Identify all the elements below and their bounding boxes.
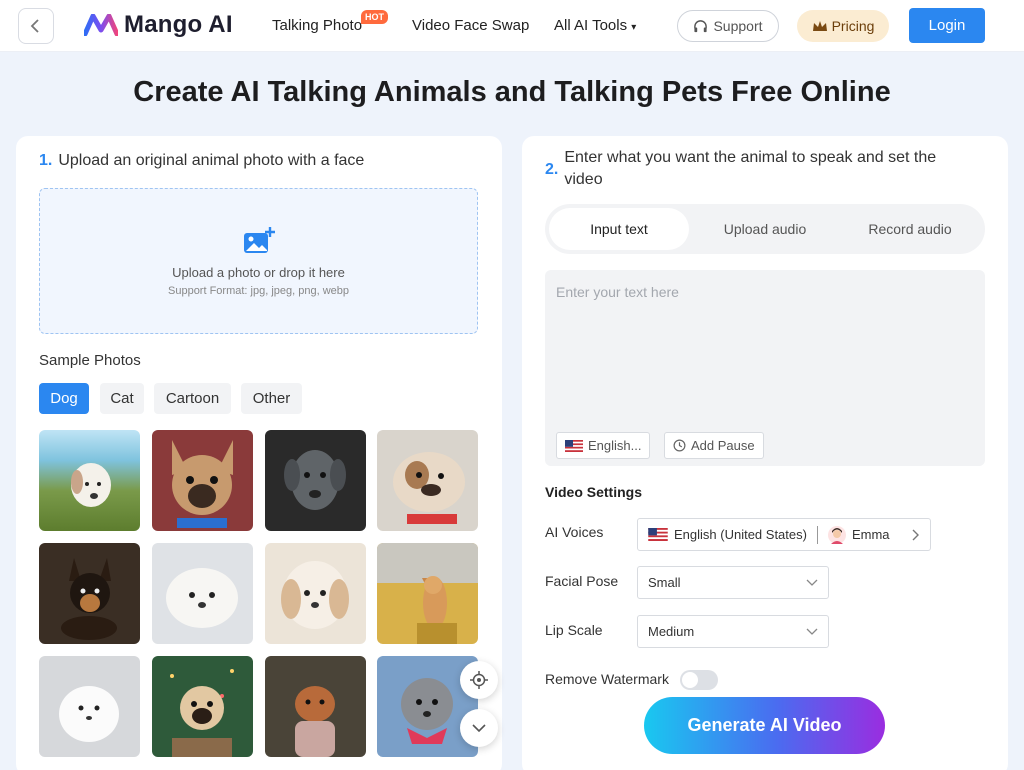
logo[interactable]: Mango AI [84, 11, 233, 39]
chevron-down-icon [806, 628, 818, 635]
dog-photo-image [377, 543, 478, 644]
lip-scale-value: Medium [648, 624, 695, 639]
step-2-text: Enter what you want the animal to speak … [564, 149, 937, 188]
chevron-left-icon [30, 19, 39, 33]
nav-all-ai-tools[interactable]: All AI Tools ▾ [554, 17, 636, 34]
clock-icon [673, 439, 686, 452]
video-settings-title: Video Settings [545, 484, 642, 500]
input-mode-tabs: Input text Upload audio Record audio [545, 204, 985, 254]
language-chip-label: English... [588, 438, 642, 453]
nav-talking-photo[interactable]: Talking Photo [272, 17, 362, 34]
nav-all-ai-tools-label: All AI Tools [554, 17, 628, 34]
sample-photo[interactable] [152, 430, 253, 531]
crown-icon [812, 20, 827, 31]
back-button[interactable] [18, 8, 54, 44]
dog-photo-image [393, 452, 465, 524]
us-flag-icon [648, 528, 668, 541]
step-2-title: 2. Enter what you want the animal to spe… [545, 147, 975, 191]
sample-photo[interactable] [377, 543, 478, 644]
sample-photo[interactable] [377, 430, 478, 531]
sample-photo[interactable] [39, 656, 140, 757]
add-pause-label: Add Pause [691, 438, 755, 453]
scroll-down-button[interactable] [460, 709, 498, 747]
upload-instructions: Upload a photo or drop it here [172, 265, 345, 280]
pricing-label: Pricing [831, 18, 875, 34]
chevron-right-icon [912, 529, 919, 540]
ai-voice-selector[interactable]: English (United States) Emma [637, 518, 931, 551]
photo-upload-dropzone[interactable]: Upload a photo or drop it here Support F… [39, 188, 478, 334]
language-chip[interactable]: English... [556, 432, 651, 459]
facial-pose-select[interactable]: Small [637, 566, 829, 599]
support-label: Support [713, 18, 763, 34]
lip-scale-label: Lip Scale [545, 622, 603, 638]
upload-panel: 1. Upload an original animal photo with a… [16, 136, 502, 770]
sample-photo[interactable] [265, 543, 366, 644]
logo-text: Mango AI [124, 11, 233, 38]
sample-photo[interactable] [39, 430, 140, 531]
sample-photo[interactable] [265, 656, 366, 757]
text-placeholder: Enter your text here [556, 284, 679, 300]
category-tab-other[interactable]: Other [241, 383, 302, 414]
chevron-down-icon [472, 724, 486, 733]
add-pause-button[interactable]: Add Pause [664, 432, 764, 459]
upload-format-hint: Support Format: jpg, jpeg, png, webp [168, 285, 349, 297]
speech-settings-panel: 2. Enter what you want the animal to spe… [522, 136, 1008, 770]
speech-text-input[interactable]: Enter your text here English... Add Paus… [545, 270, 985, 466]
dog-photo-image [281, 561, 349, 629]
pricing-button[interactable]: Pricing [797, 10, 889, 42]
sample-photo[interactable] [39, 543, 140, 644]
lip-scale-select[interactable]: Medium [637, 615, 829, 648]
locate-button[interactable] [460, 661, 498, 699]
crosshair-icon [470, 671, 488, 689]
dog-photo-image [170, 669, 234, 757]
tab-upload-audio[interactable]: Upload audio [695, 208, 835, 250]
facial-pose-label: Facial Pose [545, 573, 619, 589]
page-title: Create AI Talking Animals and Talking Pe… [133, 76, 891, 108]
nav-video-face-swap[interactable]: Video Face Swap [412, 17, 529, 34]
sample-photo[interactable] [265, 430, 366, 531]
step-1-text: Upload an original animal photo with a f… [58, 152, 365, 169]
remove-watermark-toggle[interactable] [680, 670, 718, 690]
voice-language: English (United States) [674, 527, 807, 542]
mango-logo-icon [84, 14, 118, 36]
generate-video-button[interactable]: Generate AI Video [644, 697, 885, 754]
dog-photo-image [166, 568, 238, 628]
sample-photo[interactable] [152, 656, 253, 757]
category-tab-dog[interactable]: Dog [39, 383, 89, 414]
login-button[interactable]: Login [909, 8, 985, 43]
remove-watermark-label: Remove Watermark [545, 671, 669, 687]
top-nav-bar: Mango AI Talking Photo HOT Video Face Sw… [0, 0, 1024, 52]
facial-pose-value: Small [648, 575, 681, 590]
sample-photos-label: Sample Photos [39, 352, 141, 369]
category-tab-cartoon[interactable]: Cartoon [154, 383, 231, 414]
us-flag-icon [565, 439, 583, 452]
category-tab-cat[interactable]: Cat [100, 383, 144, 414]
voice-name: Emma [851, 527, 890, 542]
dog-photo-image [61, 558, 117, 640]
add-image-icon [244, 227, 275, 253]
tab-input-text[interactable]: Input text [549, 208, 689, 250]
avatar [827, 525, 846, 544]
dog-photo-image [71, 463, 111, 507]
step-1-number: 1. [39, 152, 53, 169]
toggle-knob [682, 672, 698, 688]
step-1-title: 1. Upload an original animal photo with a… [39, 150, 364, 172]
divider [816, 525, 818, 544]
hot-badge: HOT [361, 10, 388, 24]
ai-voices-label: AI Voices [545, 524, 604, 540]
tab-record-audio[interactable]: Record audio [840, 208, 980, 250]
dog-photo-image [172, 440, 233, 528]
step-2-number: 2. [545, 161, 559, 178]
dog-photo-image [59, 686, 119, 742]
sample-photo[interactable] [152, 543, 253, 644]
caret-down-icon: ▾ [631, 22, 637, 33]
support-button[interactable]: Support [677, 10, 779, 42]
chevron-down-icon [806, 579, 818, 586]
dog-photo-image [284, 450, 346, 510]
dog-photo-image [295, 686, 335, 757]
headset-icon [694, 19, 708, 32]
